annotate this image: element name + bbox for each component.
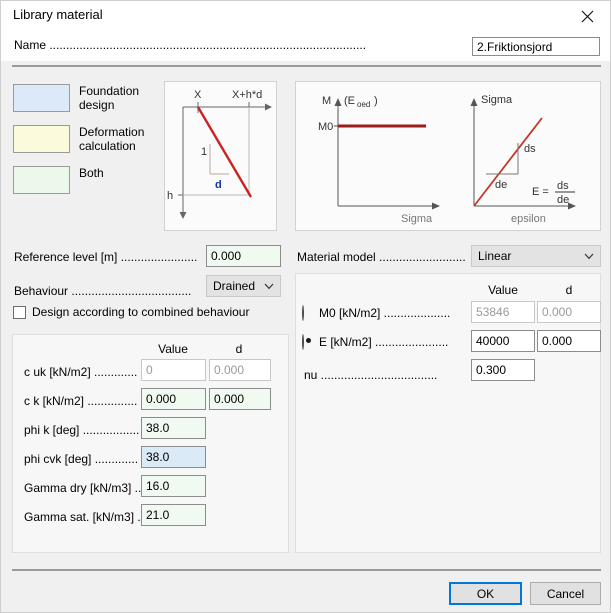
behaviour-dropdown[interactable]: Drained xyxy=(206,275,281,297)
e-label: E [kN/m2] ...................... xyxy=(319,335,449,349)
legend-label-foundation-design: Foundation design xyxy=(79,84,140,112)
svg-text:ds: ds xyxy=(524,143,536,155)
phi-k-value-input[interactable] xyxy=(141,417,206,439)
gamma-sat-value-input[interactable] xyxy=(141,504,206,526)
legend-item-deformation-calculation: Deformation calculation xyxy=(13,125,144,155)
chevron-down-icon xyxy=(578,253,600,260)
legend-swatch-foundation-design xyxy=(13,84,70,112)
svg-text:de: de xyxy=(557,194,569,206)
combined-behaviour-label: Design according to combined behaviour xyxy=(32,305,250,319)
name-label: Name ...................................… xyxy=(14,38,367,52)
ok-button[interactable]: OK xyxy=(449,582,522,605)
library-material-dialog: Library material Name ..................… xyxy=(0,0,611,613)
svg-text:Sigma: Sigma xyxy=(481,94,513,106)
nu-label: nu ................................... xyxy=(304,368,438,382)
material-model-diagram: M (E oed ) M0 Sigma Sigma ds de epsilon … xyxy=(295,81,601,231)
e-value-input[interactable] xyxy=(471,330,535,352)
window-title: Library material xyxy=(13,7,103,22)
close-icon[interactable] xyxy=(564,1,610,31)
gamma-dry-value-input[interactable] xyxy=(141,475,206,497)
legend-item-both: Both xyxy=(13,166,144,196)
legend-swatch-both xyxy=(13,166,70,194)
chevron-down-icon xyxy=(258,283,280,290)
svg-text:X+h*d: X+h*d xyxy=(232,89,262,101)
material-model-value: Linear xyxy=(478,249,512,263)
phi-cvk-label: phi cvk [deg] ............. xyxy=(24,452,139,466)
c-k-d-input[interactable] xyxy=(209,388,271,410)
gamma-sat-label: Gamma sat. [kN/m3] .... xyxy=(24,510,151,524)
left-header-value: Value xyxy=(158,342,188,356)
c-uk-label: c uk [kN/m2] ............. xyxy=(24,365,138,379)
combined-behaviour-checkbox[interactable]: Design according to combined behaviour xyxy=(13,305,249,319)
svg-text:h: h xyxy=(167,190,173,202)
material-model-dropdown[interactable]: Linear xyxy=(471,245,601,267)
header-divider xyxy=(12,65,601,67)
m0-radio[interactable] xyxy=(302,305,304,321)
reference-level-label: Reference level [m] ....................… xyxy=(14,250,198,264)
m0-d-input[interactable] xyxy=(537,301,601,323)
title-bar: Library material xyxy=(1,1,610,31)
c-k-label: c k [kN/m2] ............... xyxy=(24,394,138,408)
right-header-value: Value xyxy=(488,283,518,297)
svg-text:d: d xyxy=(215,179,222,191)
reference-level-input[interactable] xyxy=(206,245,281,267)
c-uk-d-input[interactable] xyxy=(209,359,271,381)
radio-circle-m0 xyxy=(302,305,304,321)
left-header-d: d xyxy=(235,342,243,356)
cohesion-depth-diagram: X X+h*d 1 d h xyxy=(164,81,277,231)
svg-text:epsilon: epsilon xyxy=(511,213,546,225)
e-d-input[interactable] xyxy=(537,330,601,352)
footer-divider xyxy=(12,569,601,571)
svg-text:X: X xyxy=(194,89,202,101)
e-radio[interactable] xyxy=(302,334,304,350)
svg-text:Sigma: Sigma xyxy=(401,213,433,225)
cancel-button[interactable]: Cancel xyxy=(530,582,601,605)
legend-label-both: Both xyxy=(79,166,104,180)
legend-swatch-deformation-calculation xyxy=(13,125,70,153)
phi-cvk-value-input[interactable] xyxy=(141,446,206,468)
legend-label-deformation-calculation: Deformation calculation xyxy=(79,125,145,153)
svg-text:oed: oed xyxy=(357,100,370,109)
svg-text:ds: ds xyxy=(557,180,569,192)
legend: Foundation design Deformation calculatio… xyxy=(13,84,144,207)
legend-item-foundation-design: Foundation design xyxy=(13,84,144,114)
name-input[interactable] xyxy=(472,37,600,56)
behaviour-value: Drained xyxy=(213,279,256,293)
c-k-value-input[interactable] xyxy=(141,388,206,410)
gamma-dry-label: Gamma dry [kN/m3] ..... xyxy=(24,481,152,495)
behaviour-label: Behaviour ..............................… xyxy=(14,284,192,298)
svg-text:de: de xyxy=(495,179,507,191)
phi-k-label: phi k [deg] ................. xyxy=(24,423,140,437)
m0-value-input[interactable] xyxy=(471,301,535,323)
m0-label: M0 [kN/m2] .................... xyxy=(319,306,451,320)
right-header-d: d xyxy=(565,283,573,297)
material-model-label: Material model .........................… xyxy=(297,250,466,264)
svg-text:M: M xyxy=(322,95,331,107)
svg-text:): ) xyxy=(374,95,378,107)
svg-text:(E: (E xyxy=(344,95,355,107)
svg-text:1: 1 xyxy=(201,146,207,158)
checkbox-box xyxy=(13,305,26,319)
radio-circle-e xyxy=(302,334,304,350)
nu-value-input[interactable] xyxy=(471,359,535,381)
svg-text:M0: M0 xyxy=(318,121,333,133)
svg-text:E =: E = xyxy=(532,186,549,198)
c-uk-value-input[interactable] xyxy=(141,359,206,381)
